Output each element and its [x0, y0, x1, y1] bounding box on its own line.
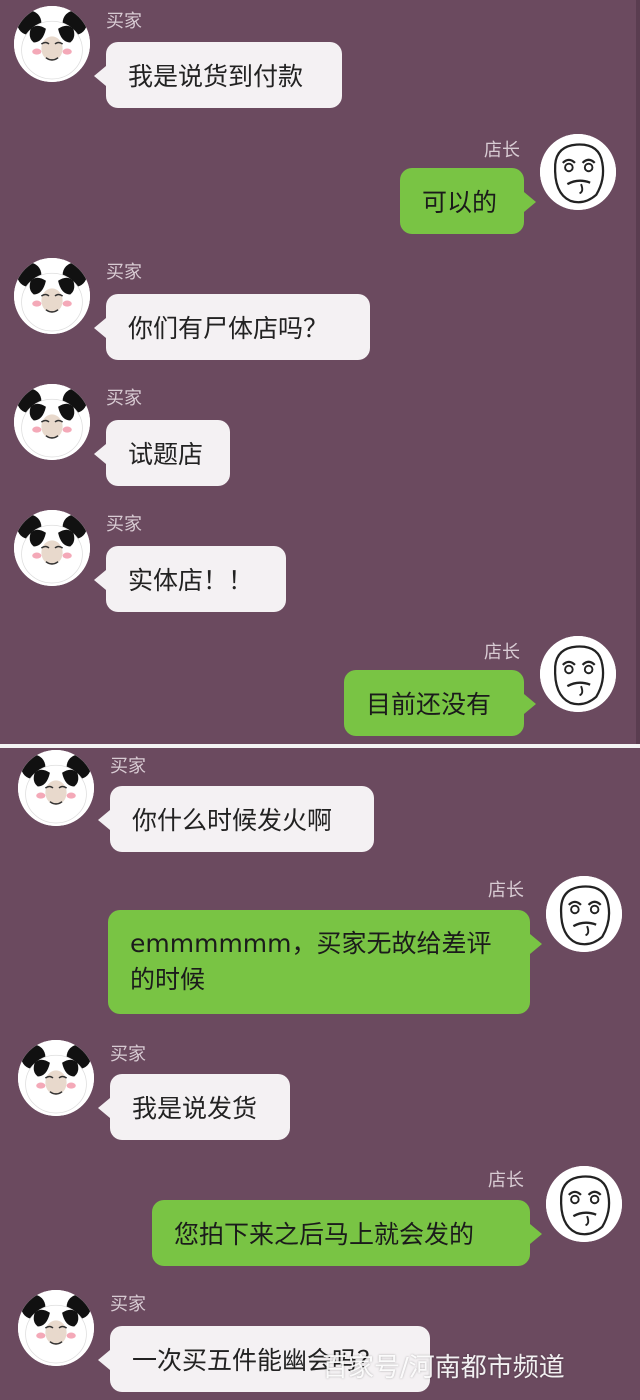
buyer-avatar[interactable] [18, 750, 94, 826]
buyer-avatar[interactable] [14, 510, 90, 586]
buyer-avatar[interactable] [18, 1290, 94, 1366]
sender-name: 买家 [106, 262, 142, 283]
panda-meme-icon [18, 1290, 94, 1366]
screenshot-edge [636, 0, 640, 744]
sender-name: 店长 [484, 642, 520, 663]
message-bubble-owner[interactable]: emmmmmm，买家无故给差评的时候 [108, 910, 530, 1014]
message-bubble-buyer[interactable]: 试题店 [106, 420, 230, 486]
panda-meme-icon [14, 384, 90, 460]
sender-name: 买家 [106, 11, 142, 32]
bubble-tail [524, 694, 536, 714]
owner-avatar[interactable] [540, 134, 616, 210]
troll-face-icon [540, 134, 616, 210]
bubble-tail [94, 66, 106, 86]
panda-meme-icon [18, 750, 94, 826]
troll-face-icon [546, 1166, 622, 1242]
bubble-tail [530, 934, 542, 954]
bubble-tail [94, 318, 106, 338]
message-bubble-buyer[interactable]: 你什么时候发火啊 [110, 786, 374, 852]
bubble-tail [530, 1224, 542, 1244]
bubble-tail [98, 810, 110, 830]
watermark: 百家号/河南都市频道 [322, 1353, 565, 1383]
sender-name: 店长 [484, 140, 520, 161]
buyer-avatar[interactable] [18, 1040, 94, 1116]
message-bubble-buyer[interactable]: 我是说发货 [110, 1074, 290, 1140]
message-bubble-owner[interactable]: 您拍下来之后马上就会发的 [152, 1200, 530, 1266]
screenshot-seam [0, 744, 640, 748]
sender-name: 买家 [110, 1294, 146, 1315]
owner-avatar[interactable] [546, 876, 622, 952]
bubble-tail [98, 1350, 110, 1370]
owner-avatar[interactable] [540, 636, 616, 712]
sender-name: 买家 [110, 1044, 146, 1065]
message-bubble-buyer[interactable]: 你们有尸体店吗？ [106, 294, 370, 360]
sender-name: 店长 [488, 880, 524, 901]
sender-name: 买家 [106, 514, 142, 535]
buyer-avatar[interactable] [14, 6, 90, 82]
bubble-tail [524, 192, 536, 212]
panda-meme-icon [18, 1040, 94, 1116]
panda-meme-icon [14, 6, 90, 82]
sender-name: 买家 [110, 756, 146, 777]
sender-name: 店长 [488, 1170, 524, 1191]
message-bubble-owner[interactable]: 目前还没有 [344, 670, 524, 736]
panda-meme-icon [14, 258, 90, 334]
message-bubble-buyer[interactable]: 实体店！！ [106, 546, 286, 612]
sender-name: 买家 [106, 388, 142, 409]
troll-face-icon [546, 876, 622, 952]
owner-avatar[interactable] [546, 1166, 622, 1242]
buyer-avatar[interactable] [14, 384, 90, 460]
bubble-tail [94, 444, 106, 464]
troll-face-icon [540, 636, 616, 712]
panda-meme-icon [14, 510, 90, 586]
buyer-avatar[interactable] [14, 258, 90, 334]
bubble-tail [98, 1098, 110, 1118]
message-bubble-buyer[interactable]: 我是说货到付款 [106, 42, 342, 108]
bubble-tail [94, 570, 106, 590]
message-bubble-owner[interactable]: 可以的 [400, 168, 524, 234]
